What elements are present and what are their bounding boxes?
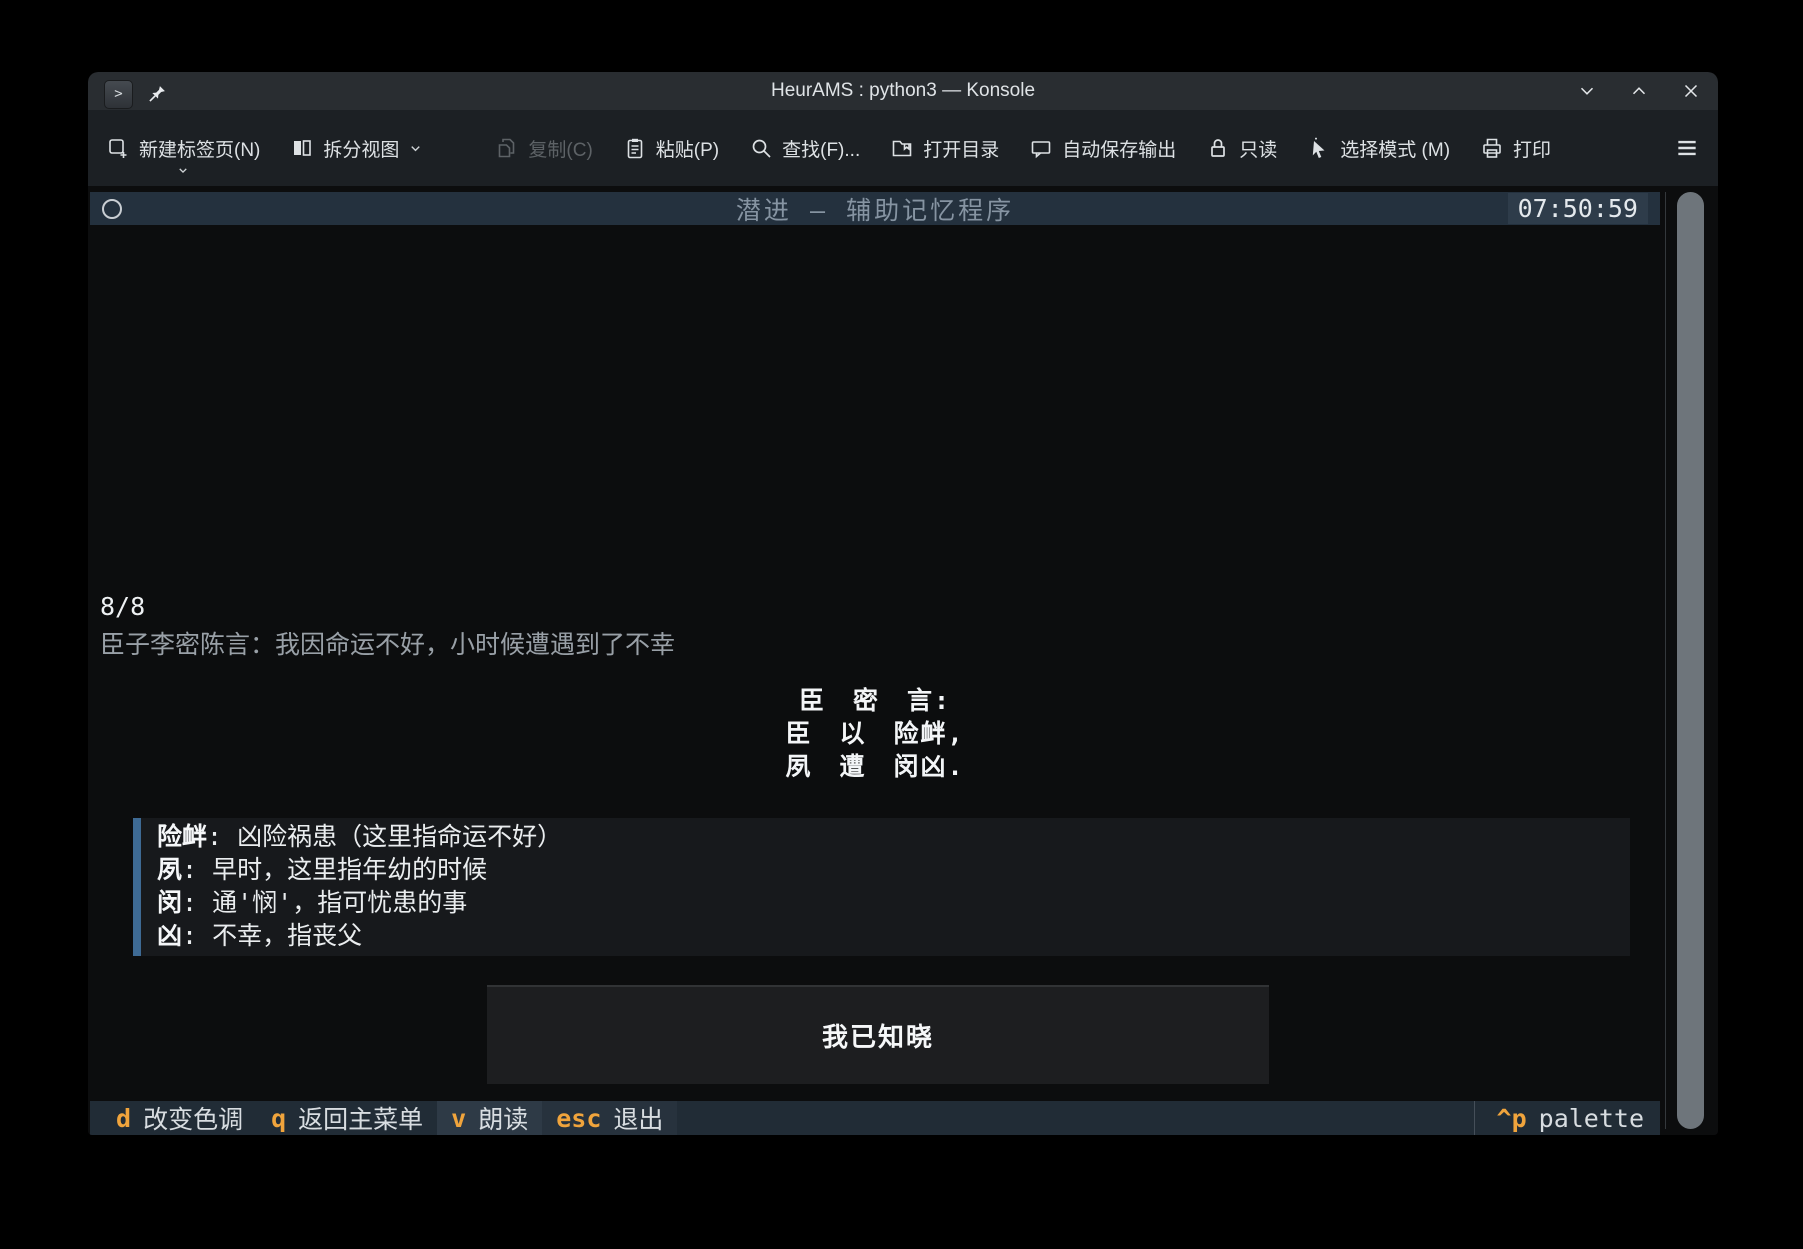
clock: 07:50:59 — [1508, 193, 1648, 224]
translation-hint: 臣子李密陈言：我因命运不好，小时候遭遇到了不幸 — [100, 625, 675, 661]
print-button[interactable]: 打印 — [1480, 135, 1551, 162]
title-bar: > HeurAMS : python3 — Konsole — [88, 72, 1718, 110]
copy-label: 复制(C) — [528, 135, 592, 162]
paste-label: 粘贴(P) — [656, 135, 719, 162]
new-tab-icon — [106, 136, 130, 160]
key-hint-exit[interactable]: esc 退出 — [542, 1101, 677, 1135]
annotation-def: : 不幸，指丧父 — [182, 921, 362, 950]
cursor-icon — [1307, 136, 1331, 160]
annotation-term: 闵 — [157, 888, 182, 917]
hamburger-menu-icon[interactable] — [1674, 135, 1700, 161]
annotation-line: 凶: 不幸，指丧父 — [157, 919, 1630, 952]
chevron-down-icon — [408, 141, 423, 156]
select-mode-label: 选择模式 (M) — [1340, 135, 1450, 162]
key-label: v — [451, 1104, 466, 1133]
action-label: 改变色调 — [143, 1100, 243, 1135]
maximize-button[interactable] — [1628, 80, 1650, 102]
minimize-button[interactable] — [1576, 80, 1598, 102]
autosave-output-button[interactable]: 自动保存输出 — [1029, 135, 1176, 162]
print-label: 打印 — [1513, 135, 1551, 162]
tui-header: 潜进 – 辅助记忆程序 07:50:59 — [90, 192, 1660, 225]
app-title: 潜进 – 辅助记忆程序 — [90, 191, 1660, 227]
annotation-def: : 通'悯'，指可忧患的事 — [182, 888, 467, 917]
close-button[interactable] — [1680, 80, 1702, 102]
copy-button: 复制(C) — [495, 135, 592, 162]
key-hint-main-menu[interactable]: q 返回主菜单 — [257, 1101, 437, 1135]
find-label: 查找(F)... — [782, 135, 860, 162]
search-icon — [749, 136, 773, 160]
scrollbar-thumb[interactable] — [1677, 192, 1704, 1129]
action-label: palette — [1539, 1104, 1644, 1133]
annotation-line: 夙: 早时，这里指年幼的时候 — [157, 853, 1630, 886]
new-tab-button[interactable]: 新建标签页(N) — [106, 135, 260, 162]
key-hint-palette[interactable]: ^p palette — [1474, 1101, 1660, 1135]
new-tab-label: 新建标签页(N) — [139, 135, 260, 162]
annotation-term: 险衅 — [157, 822, 207, 851]
autosave-output-label: 自动保存输出 — [1062, 135, 1176, 162]
tui-app: 潜进 – 辅助记忆程序 07:50:59 8/8 臣子李密陈言：我因命运不好，小… — [90, 192, 1660, 1135]
read-only-button[interactable]: 只读 — [1206, 135, 1277, 162]
paste-icon — [623, 136, 647, 160]
progress-counter: 8/8 — [100, 592, 145, 621]
split-view-icon — [290, 136, 314, 160]
annotation-term: 凶 — [157, 921, 182, 950]
annotation-line: 险衅: 凶险祸患（这里指命运不好） — [157, 820, 1630, 853]
read-only-label: 只读 — [1239, 135, 1277, 162]
scrollbar[interactable] — [1665, 192, 1716, 1129]
key-hint-read-aloud[interactable]: v 朗读 — [437, 1101, 542, 1135]
konsole-window: > HeurAMS : python3 — Konsole 新建标签页(N) 拆… — [88, 72, 1718, 1135]
folder-icon — [890, 136, 914, 160]
action-label: 朗读 — [478, 1100, 528, 1135]
toolbar: 新建标签页(N) 拆分视图 复制(C) 粘贴(P) 查找(F)... — [88, 110, 1718, 186]
printer-icon — [1480, 136, 1504, 160]
open-directory-label: 打开目录 — [923, 135, 999, 162]
keybinding-bar: d 改变色调 q 返回主菜单 v 朗读 esc 退出 — [90, 1101, 1660, 1135]
acknowledge-button[interactable]: 我已知晓 — [487, 985, 1269, 1084]
annotation-line: 闵: 通'悯'，指可忧患的事 — [157, 886, 1630, 919]
desktop: > HeurAMS : python3 — Konsole 新建标签页(N) 拆… — [0, 0, 1803, 1249]
split-view-button[interactable]: 拆分视图 — [290, 135, 423, 162]
key-hint-change-theme[interactable]: d 改变色调 — [102, 1101, 257, 1135]
split-view-label: 拆分视图 — [323, 135, 399, 162]
key-label: q — [271, 1104, 286, 1133]
select-mode-button[interactable]: 选择模式 (M) — [1307, 135, 1450, 162]
poem-line: 臣 以 险衅, — [90, 717, 1660, 750]
annotation-def: : 凶险祸患（这里指命运不好） — [207, 822, 562, 851]
copy-icon — [495, 136, 519, 160]
open-directory-button[interactable]: 打开目录 — [890, 135, 999, 162]
window-title: HeurAMS : python3 — Konsole — [88, 80, 1718, 102]
output-bubble-icon — [1029, 136, 1053, 160]
poem-line: 臣 密 言: — [90, 684, 1660, 717]
lock-icon — [1206, 136, 1230, 160]
chevron-down-icon[interactable] — [177, 164, 190, 177]
annotation-def: : 早时，这里指年幼的时候 — [182, 855, 487, 884]
action-label: 退出 — [613, 1100, 663, 1135]
terminal-view[interactable]: 潜进 – 辅助记忆程序 07:50:59 8/8 臣子李密陈言：我因命运不好，小… — [88, 186, 1718, 1135]
annotation-box: 险衅: 凶险祸患（这里指命运不好） 夙: 早时，这里指年幼的时候 闵: 通'悯'… — [133, 818, 1630, 956]
find-button[interactable]: 查找(F)... — [749, 135, 860, 162]
poem-line: 夙 遭 闵凶. — [90, 750, 1660, 783]
action-label: 返回主菜单 — [298, 1100, 423, 1135]
poem-block: 臣 密 言: 臣 以 险衅, 夙 遭 闵凶. — [90, 684, 1660, 783]
key-label: d — [116, 1104, 131, 1133]
paste-button[interactable]: 粘贴(P) — [623, 135, 719, 162]
key-label: esc — [556, 1104, 601, 1133]
key-label: ^p — [1497, 1104, 1527, 1133]
annotation-term: 夙 — [157, 855, 182, 884]
